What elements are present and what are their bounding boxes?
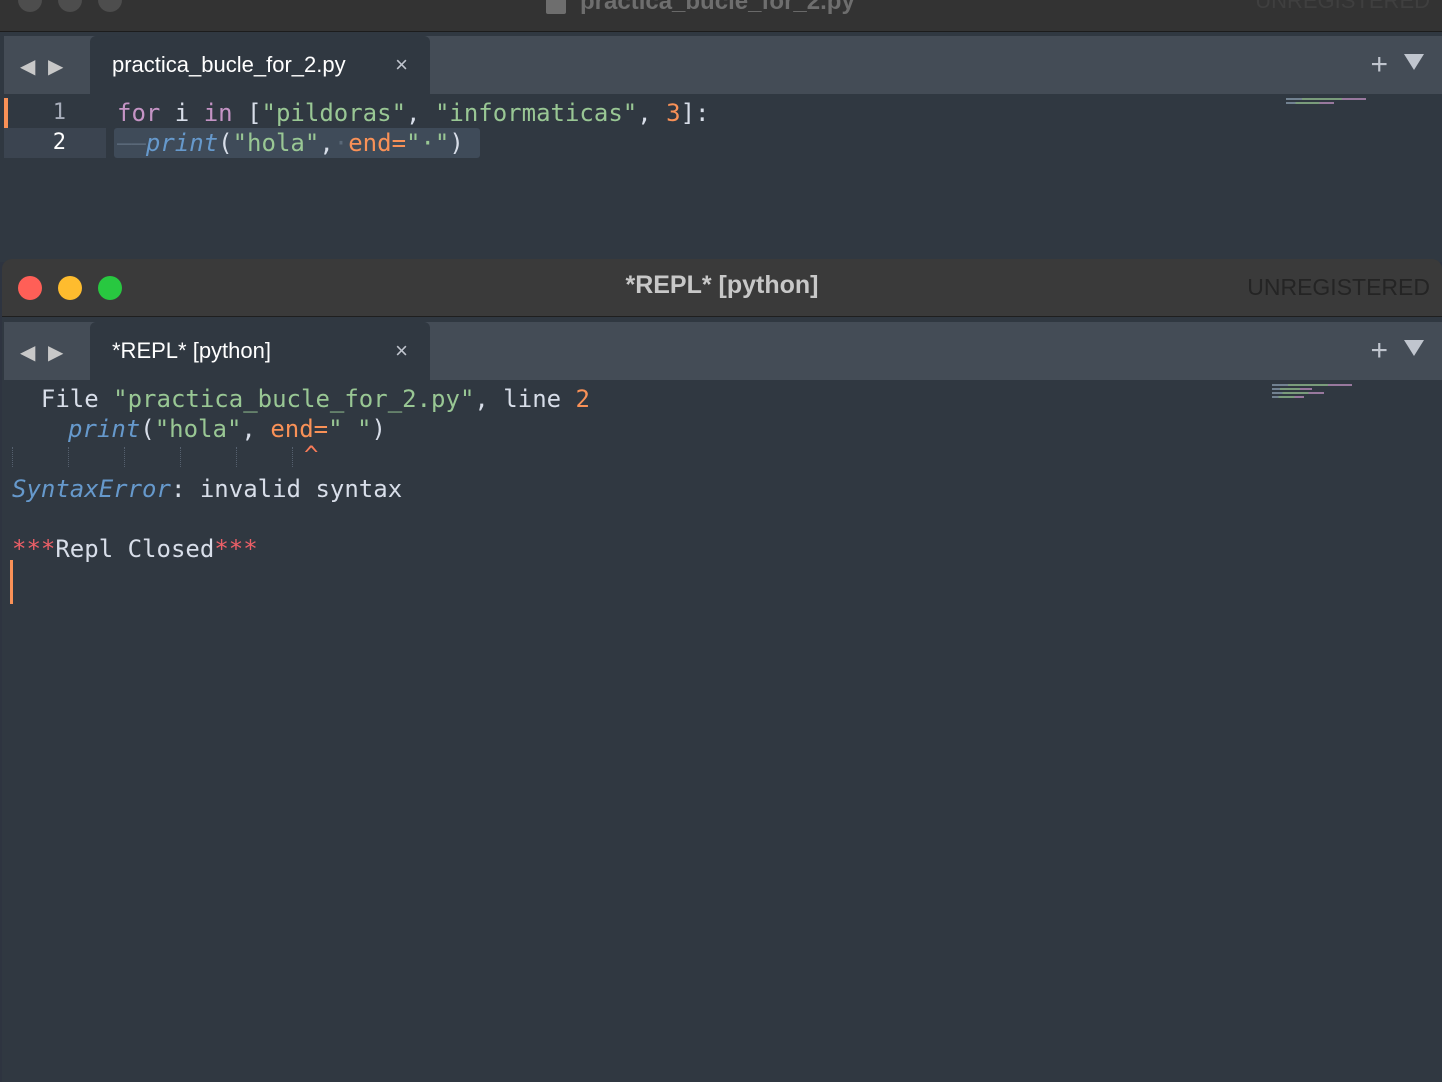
bracket-close: ]: [680, 99, 710, 127]
comma: , [241, 415, 271, 443]
string-literal: "informaticas" [434, 99, 638, 127]
code-editor[interactable]: 1 2 for i in ["pildoras", "informaticas"… [4, 94, 1442, 260]
nav-forward-icon[interactable]: ▶ [48, 340, 63, 365]
number-literal: 3 [666, 99, 681, 127]
indent-tab-marker: —— [117, 129, 146, 157]
minimize-window-button[interactable] [58, 0, 82, 12]
string-literal: "hola" [154, 415, 242, 443]
tab-label: *REPL* [python] [112, 338, 271, 363]
minimap[interactable] [1286, 98, 1366, 110]
indent-guide [180, 447, 181, 467]
zoom-window-button[interactable] [98, 0, 122, 12]
nav-back-icon[interactable]: ◀ [20, 340, 35, 365]
indent-guide [68, 447, 69, 467]
stars-right: *** [214, 535, 258, 563]
string-literal: "pildoras" [261, 99, 407, 127]
close-window-button[interactable] [18, 0, 42, 12]
repl-closed-line: ***Repl Closed*** [12, 534, 258, 564]
error-message: : invalid syntax [170, 475, 403, 503]
close-tab-icon[interactable]: × [395, 52, 408, 78]
code-line-1: for i in ["pildoras", "informaticas", 3]… [117, 98, 710, 128]
new-tab-icon[interactable]: + [1370, 48, 1388, 82]
keyword-for: for [117, 99, 161, 127]
space-marker: · [333, 129, 349, 157]
traceback-file-line: File "practica_bucle_for_2.py", line 2 [12, 384, 590, 414]
unregistered-label: UNREGISTERED [1247, 274, 1430, 300]
keyword-in: in [203, 99, 233, 127]
comma: , [406, 99, 435, 127]
string-literal: " " [328, 415, 372, 443]
tab-dropdown-icon[interactable] [1404, 340, 1424, 356]
tab-repl-python[interactable]: *REPL* [python] × [90, 322, 430, 380]
line-label: , line [474, 385, 576, 413]
file-name: "practica_bucle_for_2.py" [113, 385, 475, 413]
line-number: 1 [52, 100, 66, 125]
string-literal: "hola" [232, 129, 320, 157]
indent-guide [124, 447, 125, 467]
indent-guide [292, 447, 293, 467]
unregistered-label: UNREGISTERED [1255, 0, 1430, 13]
paren-close: ) [371, 415, 386, 443]
stars-left: *** [12, 535, 56, 563]
tab-bar: ◀ ▶ practica_bucle_for_2.py × + [4, 36, 1442, 94]
repl-closed-text: Repl Closed [55, 535, 215, 563]
loop-variable: i [160, 99, 204, 127]
paren-open: ( [140, 415, 155, 443]
string-literal: "·" [406, 129, 450, 157]
window-title: *REPL* [python] [625, 271, 819, 299]
file-prefix: File [12, 385, 114, 413]
error-line: SyntaxError: invalid syntax [12, 474, 402, 504]
tab-practica-bucle-for-2[interactable]: practica_bucle_for_2.py × [90, 36, 430, 94]
keyword-argument: end= [348, 129, 407, 157]
minimap[interactable] [1272, 384, 1352, 398]
indent-guide [236, 447, 237, 467]
paren-open: ( [218, 129, 233, 157]
editor-window: practica_bucle_for_2.py UNREGISTERED ◀ ▶… [0, 0, 1442, 262]
repl-window: *REPL* [python] UNREGISTERED ◀ ▶ *REPL* … [2, 259, 1442, 1082]
comma: , [319, 129, 334, 157]
indent-guide [12, 447, 13, 467]
error-type: SyntaxError [12, 475, 171, 503]
traceback-code-line: print("hola", end=" ") [68, 414, 386, 444]
tab-bar: ◀ ▶ *REPL* [python] × + [4, 322, 1442, 380]
paren-close: ) [449, 129, 464, 157]
file-icon [546, 0, 566, 14]
bracket-open: [ [232, 99, 262, 127]
text-cursor [10, 560, 13, 604]
tab-dropdown-icon[interactable] [1404, 54, 1424, 70]
function-print: print [68, 415, 141, 443]
error-caret: ^ [304, 441, 319, 469]
tab-label: practica_bucle_for_2.py [112, 52, 346, 77]
keyword-argument: end= [270, 415, 329, 443]
window-title: practica_bucle_for_2.py [580, 0, 855, 15]
new-tab-icon[interactable]: + [1370, 334, 1388, 368]
title-bar: practica_bucle_for_2.py UNREGISTERED [0, 0, 1442, 32]
nav-forward-icon[interactable]: ▶ [48, 54, 63, 79]
repl-output[interactable]: File "practica_bucle_for_2.py", line 2 p… [2, 380, 1442, 1082]
nav-back-icon[interactable]: ◀ [20, 54, 35, 79]
comma: , [637, 99, 667, 127]
close-tab-icon[interactable]: × [395, 338, 408, 364]
title-bar: *REPL* [python] UNREGISTERED [2, 259, 1442, 317]
function-print: print [145, 129, 219, 157]
line-number: 2 [575, 385, 590, 413]
code-line-2: ——print("hola",·end="·") [117, 128, 464, 158]
line-number-active: 2 [4, 128, 106, 158]
